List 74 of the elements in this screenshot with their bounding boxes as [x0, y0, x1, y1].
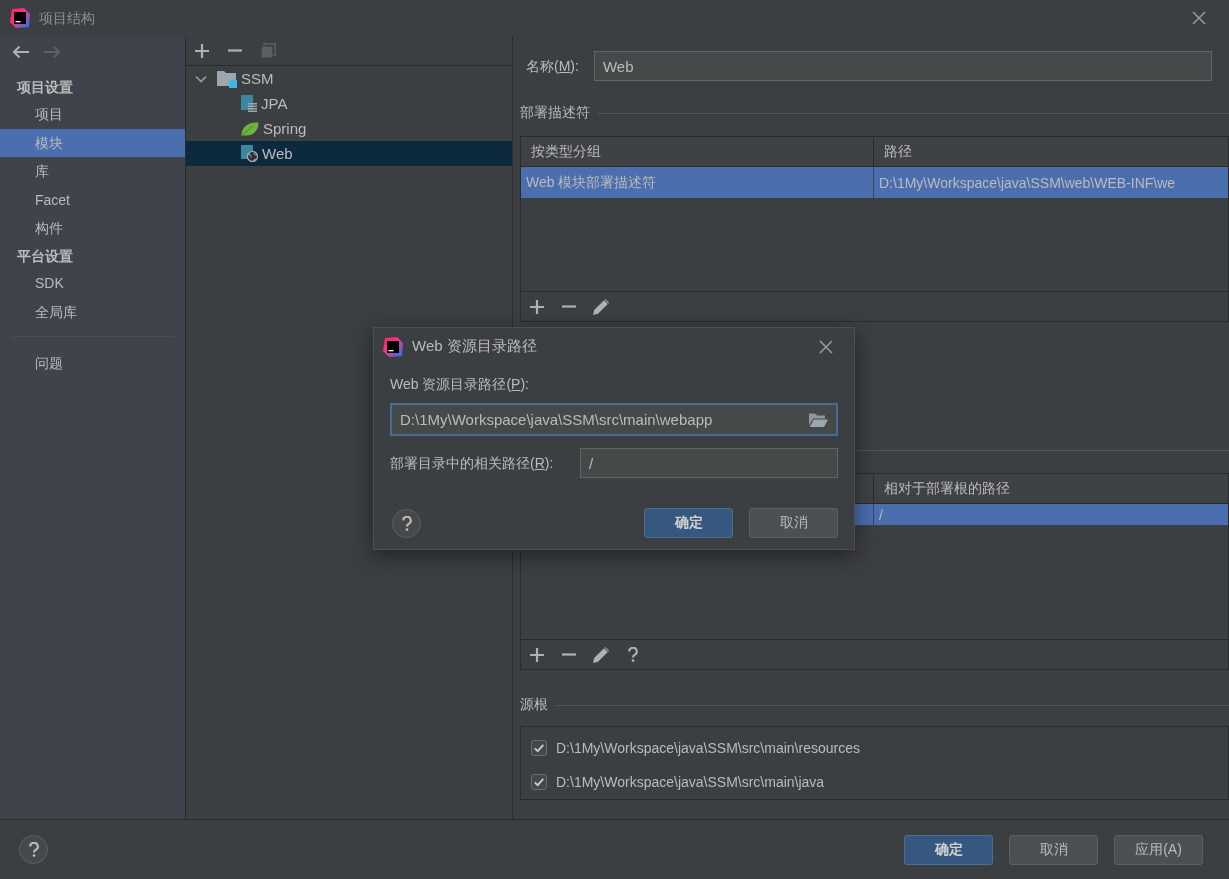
sidebar-item[interactable]: 库: [0, 157, 185, 186]
checkbox[interactable]: [531, 740, 547, 756]
arrow-left-icon: [12, 45, 29, 59]
action-button[interactable]: 应用(A): [1114, 834, 1203, 865]
plus-icon: [530, 299, 544, 314]
question-icon: [401, 515, 412, 531]
default-button[interactable]: 确定: [904, 834, 993, 865]
minus-icon: [562, 653, 576, 656]
help-button[interactable]: [392, 508, 421, 538]
table-cell-text: D:\1My\Workspace\java\SSM\web\WEB-INF\we: [878, 173, 1177, 193]
minus-icon: [562, 305, 576, 308]
leaf-icon: [241, 121, 259, 136]
app-logo-icon: [10, 8, 30, 28]
window-title: 项目结构: [39, 9, 95, 27]
folder-icon: [217, 69, 237, 88]
question-icon: [28, 842, 39, 857]
section-heading: 平台设置: [16, 246, 74, 266]
table-cell: Web 模块部署描述符: [521, 167, 874, 198]
minus-icon: [228, 49, 242, 52]
plus-icon: [530, 647, 544, 662]
tree-item[interactable]: SSM: [186, 66, 512, 91]
tree-item[interactable]: Spring: [186, 116, 512, 141]
column-header: 路径: [883, 141, 913, 161]
dialog-title: Web 资源目录路径: [412, 337, 537, 356]
sidebar-item[interactable]: Facet: [0, 185, 185, 215]
plus-icon: [195, 43, 209, 58]
table-row[interactable]: Web 模块部署描述符 D:\1My\Workspace\java\SSM\web\WEB-INF\we: [521, 167, 1228, 198]
document-icon: [241, 95, 257, 112]
sidebar-item[interactable]: 问题: [0, 349, 185, 378]
action-button[interactable]: 取消: [749, 508, 838, 538]
close-icon: [819, 339, 833, 354]
help-button[interactable]: [19, 835, 48, 864]
sidebar-item[interactable]: 项目: [0, 100, 185, 129]
question-icon: [628, 647, 638, 662]
arrow-right-icon: [44, 45, 61, 59]
add-button[interactable]: [194, 42, 210, 59]
field-label: Web 资源目录路径(P):: [390, 375, 530, 393]
source-root-path: D:\1My\Workspace\java\SSM\src\main\resources: [556, 740, 860, 756]
name-field[interactable]: Web: [593, 51, 1212, 81]
column-header: 按类型分组: [521, 137, 874, 166]
edit-button[interactable]: [593, 298, 609, 315]
copy-icon: [260, 43, 276, 58]
path-field[interactable]: D:\1My\Workspace\java\SSM\src\main\webapp: [390, 403, 838, 436]
close-icon: [1192, 11, 1206, 25]
checkbox[interactable]: [531, 774, 547, 790]
name-label: 名称(M):: [526, 57, 579, 75]
pencil-icon: [593, 646, 609, 663]
add-button[interactable]: [529, 298, 545, 315]
close-button[interactable]: [1192, 11, 1206, 25]
section-heading: 项目设置: [15, 78, 74, 97]
close-button[interactable]: [819, 339, 833, 354]
field-label: 部署目录中的相关路径(R):: [390, 454, 554, 472]
sidebar-item[interactable]: 模块: [0, 128, 185, 158]
pencil-icon: [593, 298, 609, 315]
app-logo-icon: [383, 336, 403, 357]
column-header: 相对于部署根的路径: [883, 478, 1011, 498]
add-button[interactable]: [529, 646, 545, 663]
tree-item[interactable]: Web: [186, 141, 512, 166]
edit-button[interactable]: [593, 646, 609, 663]
text-field[interactable]: /: [580, 448, 838, 478]
default-button[interactable]: 确定: [644, 508, 733, 538]
help-button[interactable]: [625, 646, 641, 663]
section-title: 源根: [520, 696, 548, 714]
back-button[interactable]: [12, 45, 29, 59]
sidebar-item[interactable]: 全局库: [0, 297, 185, 327]
globe-icon: [241, 145, 258, 162]
sidebar-item[interactable]: 构件: [0, 214, 185, 243]
tree-item[interactable]: JPA: [186, 91, 512, 116]
chevron-down-icon[interactable]: [195, 74, 207, 83]
section-title: 部署描述符: [520, 104, 590, 122]
sidebar-item[interactable]: SDK: [0, 268, 185, 298]
folder-icon[interactable]: [809, 412, 828, 427]
action-button[interactable]: 取消: [1009, 834, 1098, 865]
source-root-path: D:\1My\Workspace\java\SSM\src\main\java: [556, 774, 825, 790]
